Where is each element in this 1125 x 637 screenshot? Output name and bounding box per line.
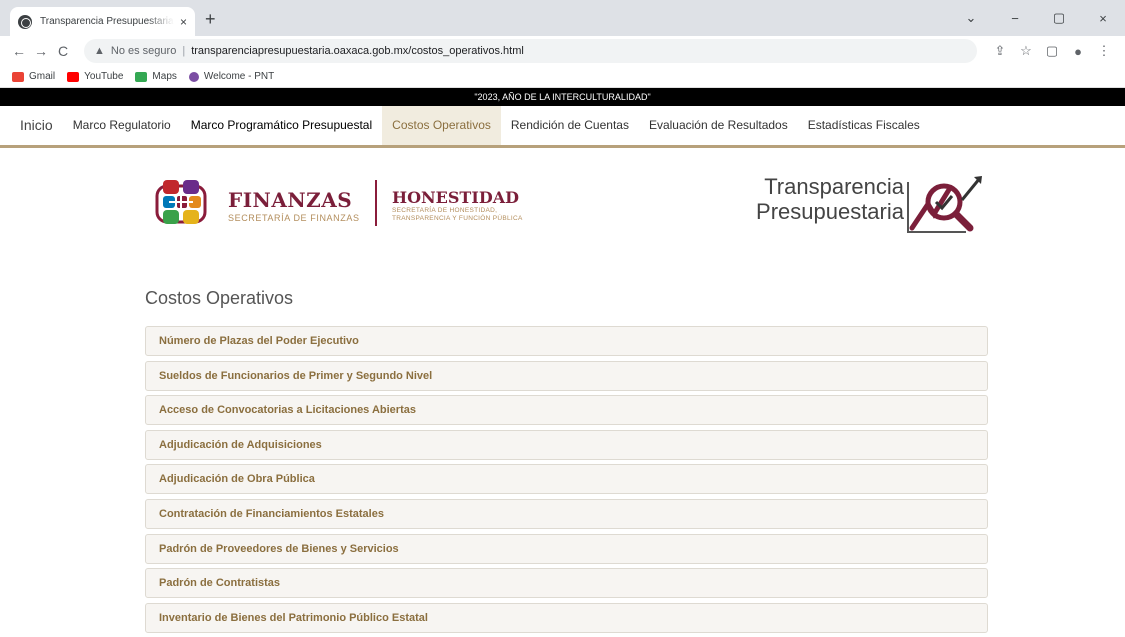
maps-icon: [135, 71, 148, 82]
logos-header: FINANZAS SECRETARÍA DE FINANZAS HONESTID…: [0, 148, 1125, 258]
not-secure-label[interactable]: No es seguro: [111, 45, 176, 57]
new-tab-button[interactable]: +: [205, 9, 216, 30]
bookmark-label: Gmail: [29, 71, 56, 82]
list-item[interactable]: Adjudicación de Adquisiciones: [145, 429, 988, 460]
bookmark-maps[interactable]: Maps: [135, 71, 177, 82]
share-icon[interactable]: ⇪: [987, 43, 1013, 59]
menu-item-estadisticas-fiscales[interactable]: Estadísticas Fiscales: [798, 106, 930, 145]
main-menu: Inicio Marco Regulatorio Marco Programát…: [0, 106, 1125, 148]
back-button[interactable]: ←: [8, 43, 30, 59]
costos-operativos-list: Número de Plazas del Poder Ejecutivo Sue…: [145, 326, 988, 637]
list-item[interactable]: Padrón de Contratistas: [145, 568, 988, 599]
bookmark-label: Welcome - PNT: [203, 71, 275, 82]
tp-word-transparencia: Transparencia: [764, 174, 904, 199]
address-bar[interactable]: ▲ No es seguro | transparenciapresupuest…: [84, 39, 977, 63]
menu-item-evaluacion-resultados[interactable]: Evaluación de Resultados: [639, 106, 798, 145]
list-item[interactable]: Número de Plazas del Poder Ejecutivo: [145, 326, 988, 356]
menu-item-inicio[interactable]: Inicio: [10, 106, 63, 145]
menu-icon[interactable]: ⋮: [1091, 43, 1117, 59]
close-window-button[interactable]: ×: [1081, 11, 1125, 26]
page-title: Costos Operativos: [145, 288, 294, 308]
menu-item-costos-operativos[interactable]: Costos Operativos: [382, 106, 501, 145]
bookmark-youtube[interactable]: YouTube: [67, 71, 123, 82]
maximize-button[interactable]: ▢: [1037, 10, 1081, 26]
browser-toolbar: ← → C ▲ No es seguro | transparenciapres…: [0, 36, 1125, 66]
honestidad-title: HONESTIDAD: [392, 188, 519, 207]
finanzas-title: FINANZAS: [228, 188, 353, 212]
side-panel-icon[interactable]: ▢: [1039, 43, 1065, 59]
oaxaca-shield-logo: [155, 180, 207, 224]
list-item[interactable]: Acceso de Convocatorias a Licitaciones A…: [145, 395, 988, 426]
menu-item-marco-regulatorio[interactable]: Marco Regulatorio: [63, 106, 181, 145]
youtube-icon: [67, 71, 80, 82]
logo-divider: [375, 180, 377, 226]
reload-button[interactable]: C: [52, 43, 74, 59]
warning-icon[interactable]: ▲: [94, 45, 105, 57]
tp-word-presupuestaria: Presupuestaria: [756, 199, 904, 224]
browser-tabstrip: Transparencia Presupuestaria - C × + ⌄ −…: [0, 0, 1125, 36]
finanzas-subtitle: SECRETARÍA DE FINANZAS: [228, 213, 360, 223]
tab-title: Transparencia Presupuestaria - C: [40, 16, 174, 27]
bookmark-label: YouTube: [84, 71, 124, 82]
list-item[interactable]: Inventario de Bienes del Patrimonio Públ…: [145, 602, 988, 633]
window-controls: ⌄ − ▢ ×: [949, 0, 1125, 36]
close-tab-icon[interactable]: ×: [180, 15, 187, 29]
bookmark-gmail[interactable]: Gmail: [12, 71, 55, 82]
gmail-icon: [12, 71, 24, 82]
list-item[interactable]: Sueldos de Funcionarios de Primer y Segu…: [145, 360, 988, 391]
menu-item-marco-programatico[interactable]: Marco Programático Presupuestal: [181, 106, 382, 145]
bookmark-pnt[interactable]: Welcome - PNT: [188, 71, 275, 82]
bookmark-star-icon[interactable]: ☆: [1013, 43, 1039, 59]
globe-icon: [18, 14, 32, 29]
honestidad-subtitle-2: TRANSPARENCIA Y FUNCIÓN PÚBLICA: [392, 215, 523, 222]
address-separator: |: [182, 45, 186, 57]
list-item[interactable]: Contratación de Financiamientos Estatale…: [145, 498, 988, 529]
honestidad-logo: HONESTIDAD SECRETARÍA DE HONESTIDAD, TRA…: [392, 188, 523, 223]
minimize-button[interactable]: −: [993, 11, 1037, 26]
magnifier-chart-icon: [907, 176, 982, 233]
forward-button[interactable]: →: [30, 43, 52, 59]
bookmarks-bar: Gmail YouTube Maps Welcome - PNT: [0, 66, 1125, 88]
address-url[interactable]: transparenciapresupuestaria.oaxaca.gob.m…: [191, 45, 524, 57]
list-item[interactable]: Padrón de Proveedores de Bienes y Servic…: [145, 533, 988, 564]
bookmark-label: Maps: [152, 71, 177, 82]
toolbar-actions: ⇪ ☆ ▢ ● ⋮: [987, 43, 1117, 59]
list-item[interactable]: Adjudicación de Obra Pública: [145, 464, 988, 495]
menu-item-rendicion-cuentas[interactable]: Rendición de Cuentas: [501, 106, 639, 145]
tab-search-icon[interactable]: ⌄: [949, 10, 993, 26]
honestidad-subtitle-1: SECRETARÍA DE HONESTIDAD,: [392, 207, 498, 214]
profile-icon[interactable]: ●: [1065, 44, 1091, 59]
pnt-icon: [188, 71, 199, 82]
transparencia-presupuestaria-logo: Transparencia Presupuestaria: [756, 174, 992, 236]
browser-tab[interactable]: Transparencia Presupuestaria - C ×: [10, 7, 195, 36]
banner: "2023, AÑO DE LA INTERCULTURALIDAD": [0, 88, 1125, 106]
finanzas-logo: FINANZAS SECRETARÍA DE FINANZAS: [228, 188, 360, 223]
